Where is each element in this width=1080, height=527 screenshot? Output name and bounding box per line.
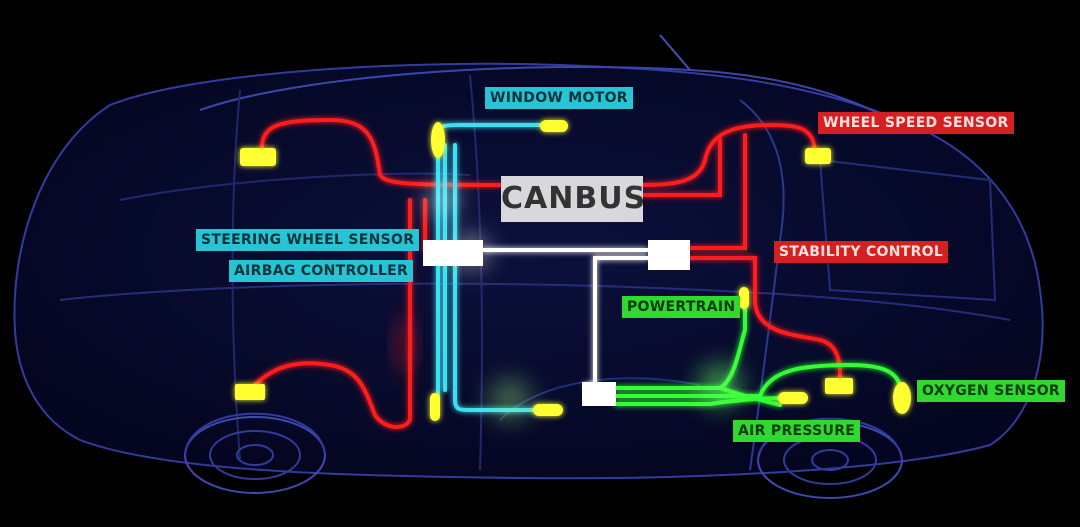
window-motor-node-glow bbox=[431, 122, 445, 158]
wheel-speed-node bbox=[805, 148, 831, 164]
sensor-node-front-bottom bbox=[235, 384, 265, 400]
vehicle-network-drawing bbox=[13, 34, 1044, 499]
oxygen-sensor-node-center bbox=[825, 378, 853, 394]
oxygen-sensor-label: OXYGEN SENSOR bbox=[917, 380, 1066, 402]
stability-control-label: STABILITY CONTROL bbox=[774, 241, 949, 263]
module-stability bbox=[648, 240, 690, 270]
steering-wheel-sensor-label: STEERING WHEEL SENSOR bbox=[196, 229, 420, 251]
window-motor-node bbox=[540, 120, 568, 132]
window-motor-label: WINDOW MOTOR bbox=[485, 87, 633, 109]
canbus-title: CANBUS bbox=[501, 176, 645, 222]
door-node-bottom bbox=[430, 393, 440, 421]
wheel-speed-sensor-label: WHEEL SPEED SENSOR bbox=[818, 112, 1014, 134]
powertrain-node bbox=[739, 287, 749, 309]
powertrain-label: POWERTRAIN bbox=[622, 296, 741, 318]
sensor-node-front-left bbox=[240, 148, 276, 166]
rear-door-node bbox=[533, 404, 563, 416]
canbus-diagram: CANBUS WINDOW MOTOR WHEEL SPEED SENSOR S… bbox=[0, 0, 1080, 527]
airbag-controller-label: AIRBAG CONTROLLER bbox=[229, 260, 414, 282]
module-steering-airbag bbox=[423, 240, 483, 266]
oxygen-sensor-node bbox=[893, 382, 911, 414]
module-powertrain bbox=[582, 382, 616, 406]
air-pressure-label: AIR PRESSURE bbox=[733, 420, 861, 442]
air-pressure-node bbox=[778, 392, 808, 404]
